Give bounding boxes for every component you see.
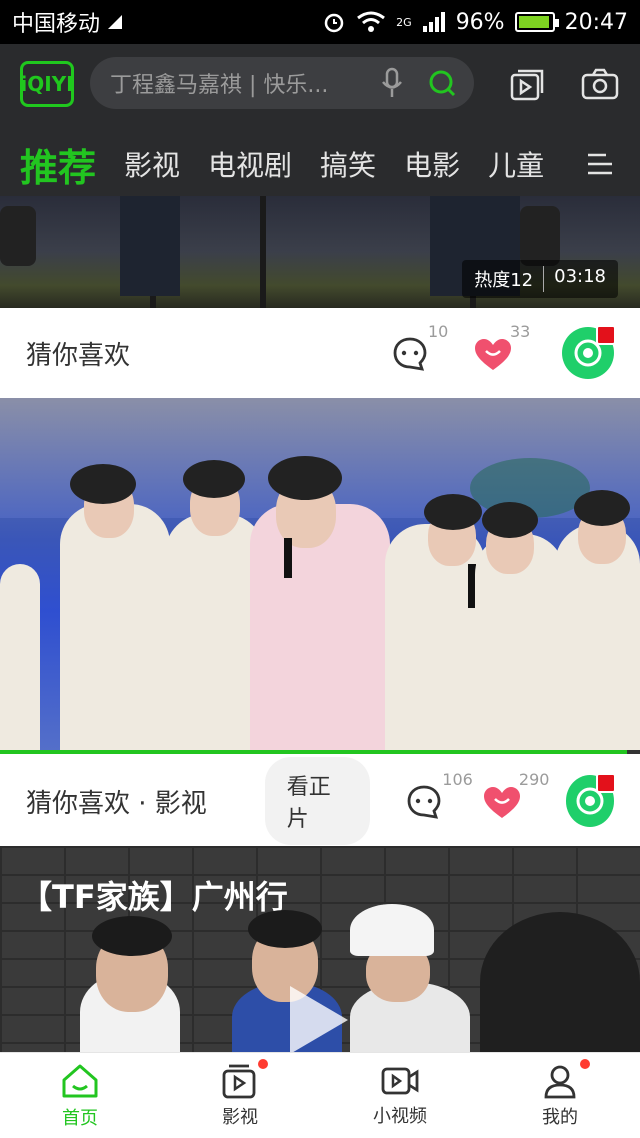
heart-icon [483,787,520,818]
tab-tv-series[interactable]: 电视剧 [208,144,292,184]
comment-button[interactable]: 10 [392,322,470,378]
comment-count: 10 [428,322,449,341]
home-icon [62,1064,98,1097]
like-count: 33 [510,322,531,341]
bottom-navigation: 首页 影视 小视频 我的 [0,1052,640,1138]
performer-hair [70,464,136,504]
search-icon[interactable] [424,65,460,101]
tab-recommend[interactable]: 推荐 [20,137,96,192]
red-badge-icon [596,325,616,345]
search-placeholder: 丁程鑫马嘉祺 | 快乐... [110,73,329,98]
history-icon[interactable] [508,64,548,104]
nav-short-video-label: 小视频 [373,1105,427,1127]
person-silhouette [480,912,640,1052]
nav-home[interactable]: 首页 [0,1053,160,1138]
battery-icon [514,12,559,32]
menu-icon[interactable] [586,150,614,178]
signal-triangle-icon [108,15,123,29]
video-thumbnail-2[interactable] [0,398,640,754]
carrier: 中国移动 [12,6,322,38]
search-bar[interactable]: 丁程鑫马嘉祺 | 快乐... [90,57,474,109]
like-count: 290 [518,770,550,789]
tab-funny[interactable]: 搞笑 [320,144,376,184]
alarm-icon [324,13,344,33]
feed-item-title: 猜你喜欢 [26,340,131,371]
status-bar: 中国移动 2G 96% 20:47 [0,0,640,44]
camera-icon[interactable] [580,64,620,104]
play-icon[interactable] [290,986,348,1052]
notification-dot [258,1059,268,1069]
clock: 20:47 [564,9,628,35]
video-icon [222,1064,256,1098]
nav-film-tv[interactable]: 影视 [160,1053,320,1138]
performer-hair [574,490,630,526]
profile-icon [544,1065,576,1098]
stage-stand [260,196,266,308]
person-hair [92,916,172,956]
stage-light [0,206,36,266]
performer-hair [482,502,538,538]
uploader-avatar[interactable] [565,773,616,827]
tab-kids[interactable]: 儿童 [488,144,544,184]
uploader-avatar[interactable] [562,325,616,379]
stage-light [520,206,560,266]
notification-dot [580,1059,590,1069]
feed-item-meta-1: 猜你喜欢 10 33 [0,308,640,398]
network-type: 2G [396,15,412,29]
tab-film-tv[interactable]: 影视 [124,144,180,184]
cellular-signal-icon [422,12,445,32]
nav-short-video[interactable]: 小视频 [320,1053,480,1138]
person-cap [350,904,434,956]
heart-icon [475,339,511,370]
performer-hair [268,456,342,500]
red-badge-icon [596,773,616,793]
watch-full-button[interactable]: 看正片 [264,757,371,845]
comment-icon [393,337,427,371]
nav-profile[interactable]: 我的 [480,1053,640,1138]
video-info-badge: 热度12 03:18 [462,260,618,298]
nav-profile-label: 我的 [542,1106,578,1128]
like-button[interactable]: 290 [483,770,556,826]
carrier-name: 中国移动 [12,12,101,37]
nav-home-label: 首页 [62,1107,98,1129]
tab-movies[interactable]: 电影 [404,144,460,184]
heat-label: 热度12 [474,270,534,291]
wifi-icon [357,11,386,32]
comment-count: 106 [442,770,473,789]
performer [60,504,170,754]
battery-percent: 96% [455,9,505,35]
duration-label: 03:18 [554,266,606,287]
nav-film-tv-label: 影视 [222,1106,258,1128]
top-bar: iQIYI 丁程鑫马嘉祺 | 快乐... 推荐 影视 电视剧 搞笑 电影 儿童 [0,44,640,196]
video-thumbnail-3[interactable]: 【TF家族】广州行 [0,846,640,1052]
performer-legs [120,196,180,296]
comment-icon [407,785,441,819]
performer-hair [183,460,245,498]
category-tabs: 推荐 影视 电视剧 搞笑 电影 儿童 [0,132,640,196]
comment-button[interactable]: 106 [406,770,479,826]
like-button[interactable]: 33 [474,322,552,378]
performer-hair [424,494,482,530]
microphone-icon[interactable] [374,65,410,101]
iqiyi-logo[interactable]: iQIYI [20,61,74,107]
microphone [284,538,292,578]
video-title: 【TF家族】广州行 [20,878,288,916]
feed-item-title: 猜你喜欢 · 影视 [26,788,207,819]
feed-item-meta-2: 猜你喜欢 · 影视 看正片 106 290 [0,756,640,846]
video-progress-bar[interactable] [0,750,640,754]
video-thumbnail-1[interactable]: 热度12 03:18 [0,196,640,308]
camera-icon [381,1067,419,1094]
person-hair [248,910,322,948]
performer [0,564,40,754]
